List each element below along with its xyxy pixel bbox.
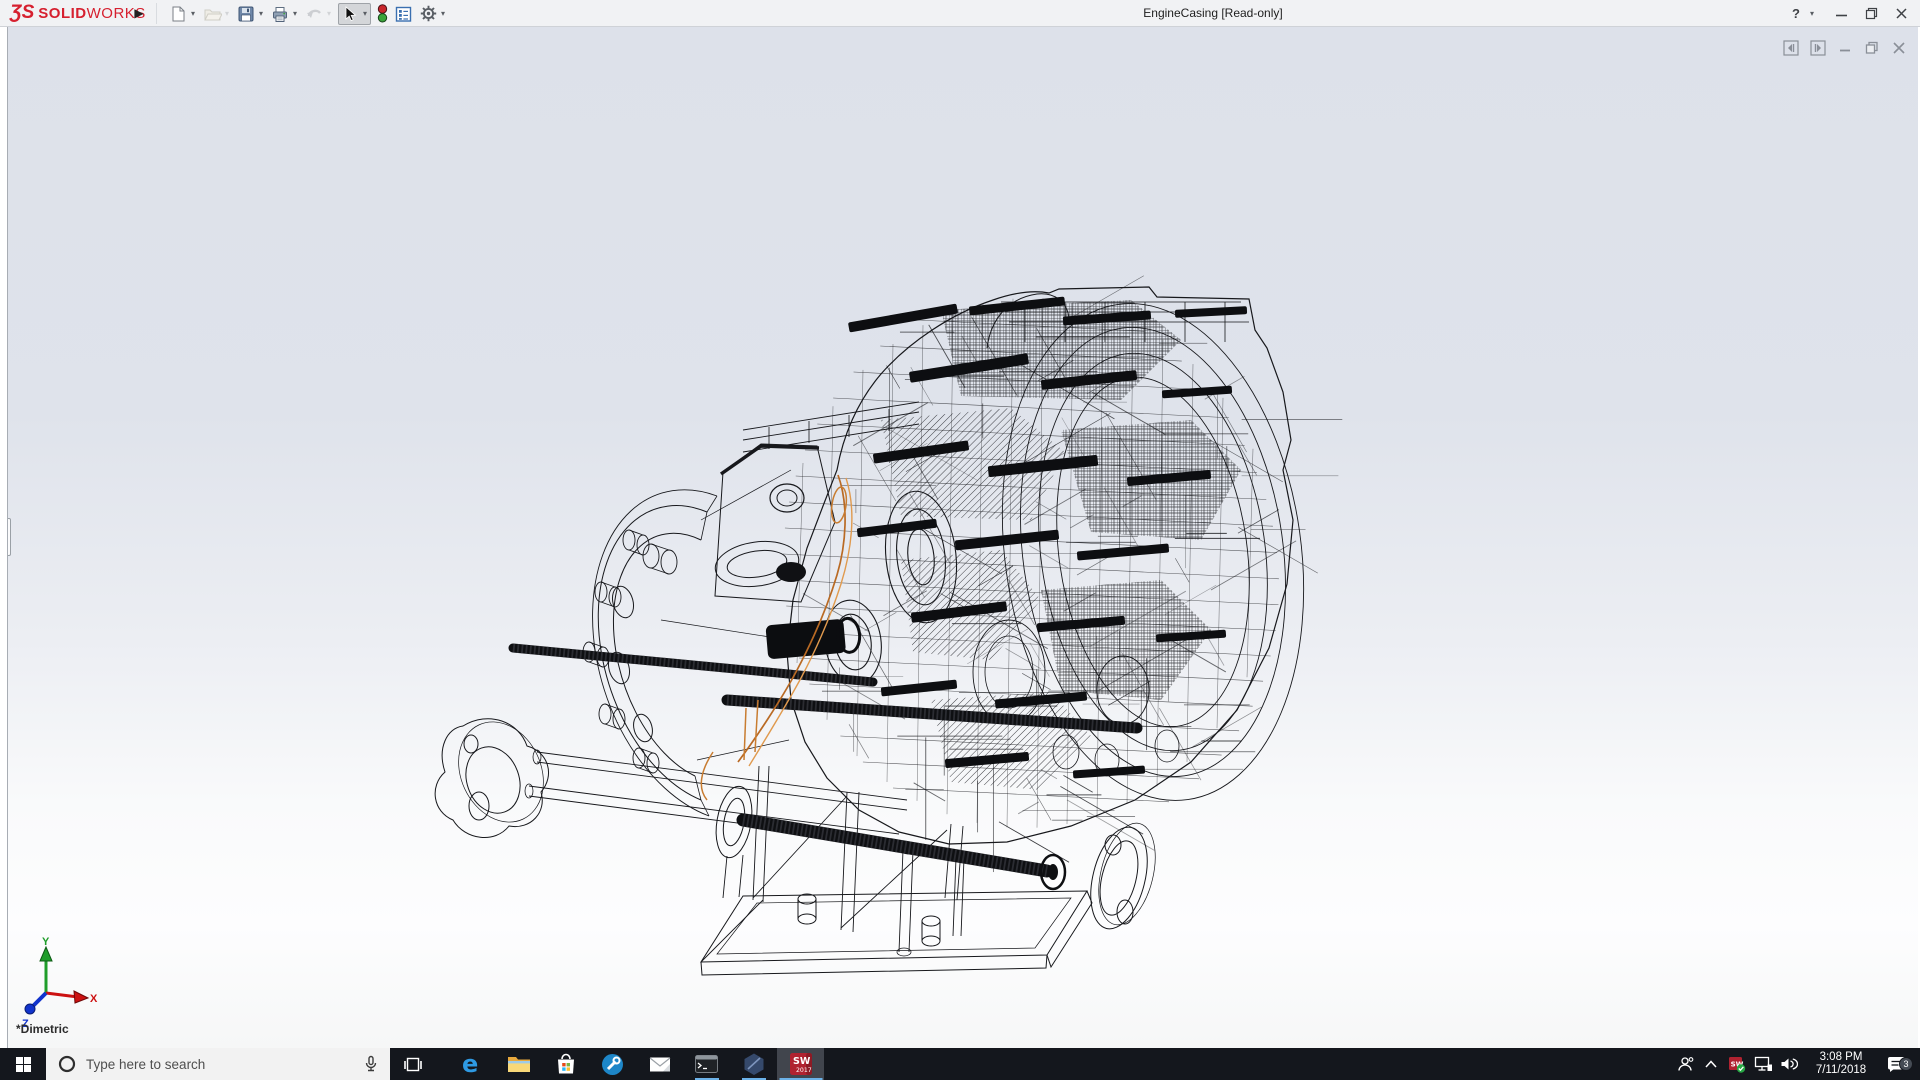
taskbar-app-support-tool[interactable]: [589, 1048, 636, 1080]
doc-close-button[interactable]: [1890, 39, 1908, 57]
svg-text:SW: SW: [793, 1056, 811, 1067]
mail-icon: [649, 1056, 671, 1073]
svg-text:e: e: [462, 1052, 478, 1076]
minimize-button[interactable]: [1826, 0, 1856, 27]
svg-text:2017: 2017: [796, 1067, 812, 1074]
new-caret-icon[interactable]: ▾: [189, 9, 197, 18]
coordinate-triad: Y X Z: [16, 935, 106, 1035]
speaker-icon[interactable]: [1776, 1056, 1802, 1072]
action-center-button[interactable]: 3: [1880, 1055, 1914, 1073]
help-caret-icon[interactable]: ▾: [1808, 9, 1816, 18]
tray-chevron-up-icon[interactable]: [1698, 1059, 1724, 1069]
wireframe-model: [7, 27, 1918, 1048]
save-floppy-icon: [236, 4, 256, 24]
solidworks-window: ƷS SOLID WORKS ▶ ▾ ▾ ▾: [0, 0, 1920, 1080]
doc-restore-button[interactable]: [1863, 39, 1881, 57]
new-document-button[interactable]: ▾: [168, 4, 197, 24]
axis-x-label: X: [90, 993, 98, 1005]
save-button[interactable]: ▾: [236, 4, 265, 24]
people-icon[interactable]: [1672, 1056, 1698, 1072]
undo-arrow-icon: [304, 4, 324, 24]
options-caret-icon[interactable]: ▾: [439, 9, 447, 18]
microsoft-store-icon: [555, 1053, 577, 1075]
open-caret-icon: ▾: [223, 9, 231, 18]
new-document-icon: [168, 4, 188, 24]
file-properties-button[interactable]: [393, 4, 413, 24]
select-cursor-icon: [340, 4, 360, 24]
print-button[interactable]: ▾: [270, 4, 299, 24]
view-orientation-label: *Dimetric: [16, 1022, 69, 1036]
toolbar-separator: [156, 3, 157, 24]
splitter-dot-icon: [7, 535, 8, 540]
graphics-viewport[interactable]: Y X Z *Dimetric: [7, 27, 1918, 1048]
gear-icon: [418, 4, 438, 24]
menu-flyout-arrow-icon[interactable]: ▶: [131, 4, 147, 22]
restore-button[interactable]: [1856, 0, 1886, 27]
task-view-button[interactable]: [390, 1048, 436, 1080]
brand-solid-text: SOLID: [38, 5, 86, 22]
microphone-icon[interactable]: [364, 1055, 378, 1073]
taskbar-app-hexagon[interactable]: [730, 1048, 777, 1080]
network-icon[interactable]: [1750, 1056, 1776, 1072]
properties-list-icon: [393, 4, 413, 24]
notification-count-badge: 3: [1899, 1057, 1913, 1071]
open-button[interactable]: ▾: [202, 4, 231, 24]
solidworks-monitor-tray-icon[interactable]: SW: [1724, 1056, 1750, 1073]
window-controls: ? ▾: [1785, 0, 1916, 27]
traffic-light-icon: [376, 4, 388, 24]
search-input[interactable]: [86, 1057, 364, 1072]
taskbar-app-solidworks[interactable]: SW 2017: [777, 1048, 824, 1080]
close-button[interactable]: [1886, 0, 1916, 27]
taskbar-app-edge[interactable]: e: [448, 1048, 495, 1080]
document-window-controls: [1782, 39, 1908, 57]
select-tool-button[interactable]: ▾: [338, 3, 371, 25]
quick-access-toolbar: ▾ ▾ ▾ ▾: [168, 0, 452, 27]
printer-icon: [270, 4, 290, 24]
save-caret-icon[interactable]: ▾: [257, 9, 265, 18]
system-tray: SW 3:08 PM 7/11/2018 3: [1672, 1048, 1920, 1080]
taskbar-search[interactable]: [46, 1048, 390, 1080]
cortana-icon: [58, 1055, 76, 1073]
taskbar-app-command-prompt[interactable]: [683, 1048, 730, 1080]
file-explorer-icon: [507, 1054, 531, 1074]
task-view-icon: [404, 1057, 422, 1072]
taskbar-app-file-explorer[interactable]: [495, 1048, 542, 1080]
help-button[interactable]: ?: [1785, 6, 1807, 21]
print-caret-icon[interactable]: ▾: [291, 9, 299, 18]
options-button[interactable]: ▾: [418, 4, 447, 24]
title-bar: ƷS SOLID WORKS ▶ ▾ ▾ ▾: [0, 0, 1920, 27]
windows-logo-icon: [16, 1057, 31, 1072]
pane-right-button[interactable]: [1809, 39, 1827, 57]
clock-time: 3:08 PM: [1802, 1051, 1880, 1064]
command-prompt-icon: [695, 1055, 718, 1073]
solidworks-2017-icon: SW 2017: [789, 1052, 813, 1076]
windows-taskbar: e SW 2017: [0, 1048, 1920, 1080]
pane-left-button[interactable]: [1782, 39, 1800, 57]
select-caret-icon[interactable]: ▾: [361, 9, 369, 18]
undo-button[interactable]: ▾: [304, 4, 333, 24]
undo-caret-icon: ▾: [325, 9, 333, 18]
feature-panel-splitter-tab[interactable]: [7, 518, 11, 556]
dassault-3ds-mark-icon: ƷS: [10, 2, 34, 24]
start-button[interactable]: [0, 1048, 46, 1080]
document-title: EngineCasing [Read-only]: [1068, 6, 1358, 20]
doc-minimize-button[interactable]: [1836, 39, 1854, 57]
taskbar-app-mail[interactable]: [636, 1048, 683, 1080]
clock-date: 7/11/2018: [1802, 1064, 1880, 1077]
axis-y-label: Y: [42, 936, 50, 948]
solidworks-logo: ƷS SOLID WORKS: [10, 2, 146, 24]
wrench-circle-icon: [601, 1053, 624, 1076]
hexagon-app-icon: [742, 1052, 766, 1076]
taskbar-app-store[interactable]: [542, 1048, 589, 1080]
edge-icon: e: [460, 1052, 484, 1076]
taskbar-clock[interactable]: 3:08 PM 7/11/2018: [1802, 1051, 1880, 1077]
rebuild-traffic-light-button[interactable]: [376, 4, 388, 24]
open-folder-icon: [202, 4, 222, 24]
